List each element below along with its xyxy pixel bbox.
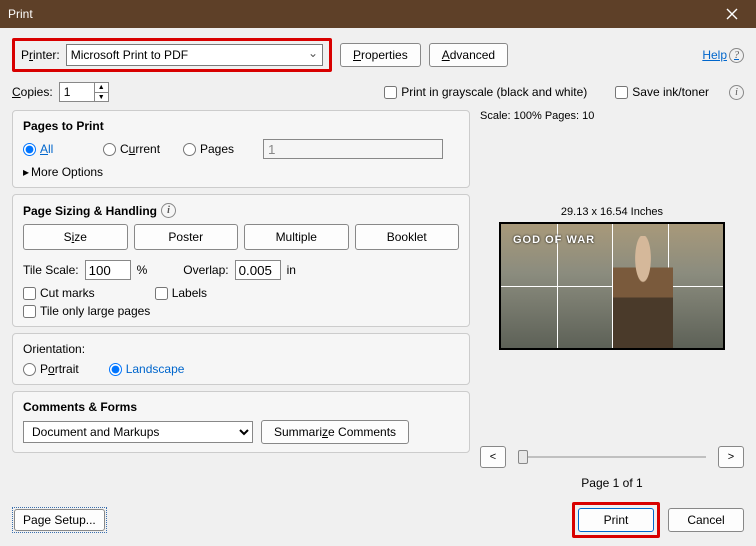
more-options-label: More Options [31, 165, 103, 179]
checks-row: Cut marks Labels [23, 286, 459, 300]
info-icon[interactable]: i [161, 203, 176, 218]
radio-pages-label: Pages [200, 142, 234, 156]
sizing-buttons: Size Poster Multiple Booklet [23, 224, 459, 250]
sizing-section: Page Sizing & Handling i Size Poster Mul… [12, 194, 470, 327]
multiple-button[interactable]: Multiple [244, 224, 349, 250]
printer-label: Printer: [21, 48, 60, 62]
pages-title: Pages to Print [23, 119, 459, 133]
overlap-unit: in [287, 263, 296, 277]
comments-select[interactable]: Document and Markups [23, 421, 253, 443]
percent-label: % [137, 263, 148, 277]
print-dialog: Printer: Microsoft Print to PDF Properti… [0, 28, 756, 546]
radio-current[interactable]: Current [103, 142, 181, 156]
pages-to-print-section: Pages to Print All Current Pages ▸ More … [12, 110, 470, 188]
comments-section: Comments & Forms Document and Markups Su… [12, 391, 470, 453]
copies-input[interactable]: 1 ▲▼ [59, 82, 109, 102]
copies-label: Copies: [12, 85, 53, 99]
cut-marks-checkbox[interactable]: Cut marks [23, 286, 95, 300]
main-columns: Pages to Print All Current Pages ▸ More … [12, 110, 744, 498]
sizing-title: Page Sizing & Handling i [23, 203, 459, 218]
info-icon[interactable]: i [729, 85, 744, 100]
radio-pages[interactable]: Pages [183, 142, 261, 156]
print-preview: GOD OF WAR [499, 222, 725, 350]
page-slider[interactable] [518, 456, 706, 458]
tile-large-label: Tile only large pages [40, 304, 150, 318]
size-button[interactable]: Size [23, 224, 128, 250]
copies-value: 1 [64, 85, 71, 99]
preview-logo: GOD OF WAR [513, 234, 595, 246]
left-column: Pages to Print All Current Pages ▸ More … [12, 110, 470, 498]
dimensions-line: 29.13 x 16.54 Inches [480, 206, 744, 218]
advanced-button[interactable]: Advanced [429, 43, 508, 67]
printer-highlight: Printer: Microsoft Print to PDF [12, 38, 332, 72]
properties-button[interactable]: Properties [340, 43, 421, 67]
page-setup-button[interactable]: Page Setup... [14, 509, 105, 531]
slider-thumb[interactable] [518, 450, 528, 464]
print-button[interactable]: Print [578, 508, 654, 532]
radio-portrait[interactable]: Portrait [23, 362, 79, 376]
right-column: Scale: 100% Pages: 10 29.13 x 16.54 Inch… [480, 110, 744, 498]
dialog-title: Print [8, 7, 33, 21]
pages-radio-row: All Current Pages [23, 139, 459, 159]
preview-character [613, 236, 673, 348]
tile-row: Tile Scale: % Overlap: in [23, 260, 459, 280]
comments-title: Comments & Forms [23, 400, 459, 414]
prev-page-button[interactable]: < [480, 446, 506, 468]
printer-value: Microsoft Print to PDF [71, 48, 188, 62]
overlap-label: Overlap: [183, 263, 228, 277]
tile-large-checkbox[interactable]: Tile only large pages [23, 304, 459, 318]
overlap-input[interactable] [235, 260, 281, 280]
poster-button[interactable]: Poster [134, 224, 239, 250]
tile-scale-label: Tile Scale: [23, 263, 79, 277]
booklet-button[interactable]: Booklet [355, 224, 460, 250]
save-ink-label: Save ink/toner [632, 85, 709, 99]
grayscale-checkbox[interactable]: Print in grayscale (black and white) [384, 85, 587, 99]
orientation-section: Orientation: Portrait Landscape [12, 333, 470, 385]
chevron-right-icon: ▸ [23, 165, 29, 179]
tile-scale-input[interactable] [85, 260, 131, 280]
scale-pages-line: Scale: 100% Pages: 10 [480, 110, 744, 122]
printer-row: Printer: Microsoft Print to PDF Properti… [12, 38, 744, 72]
help-icon: ? [729, 48, 744, 63]
page-indicator: Page 1 of 1 [480, 476, 744, 490]
page-setup-highlight: Page Setup... [12, 507, 107, 533]
print-highlight: Print [572, 502, 660, 538]
radio-landscape[interactable]: Landscape [109, 362, 185, 376]
help-link[interactable]: Help? [702, 48, 744, 63]
cut-marks-label: Cut marks [40, 286, 95, 300]
titlebar: Print [0, 0, 756, 28]
copies-row: Copies: 1 ▲▼ Print in grayscale (black a… [12, 82, 744, 102]
printer-select[interactable]: Microsoft Print to PDF [66, 44, 323, 66]
labels-label: Labels [172, 286, 207, 300]
more-options-toggle[interactable]: ▸ More Options [23, 165, 459, 179]
orientation-title: Orientation: [23, 342, 459, 356]
cancel-button[interactable]: Cancel [668, 508, 744, 532]
summarize-button[interactable]: Summarize Comments [261, 420, 409, 444]
radio-all[interactable]: All [23, 142, 101, 156]
help-label: Help [702, 48, 727, 62]
labels-checkbox[interactable]: Labels [155, 286, 207, 300]
close-icon[interactable] [716, 0, 748, 28]
spin-up-icon[interactable]: ▲ [95, 83, 108, 93]
pages-input[interactable] [263, 139, 443, 159]
save-ink-checkbox[interactable]: Save ink/toner [615, 85, 709, 99]
spin-down-icon[interactable]: ▼ [95, 93, 108, 102]
landscape-label: Landscape [126, 362, 185, 376]
pager-row: < > [480, 446, 744, 468]
next-page-button[interactable]: > [718, 446, 744, 468]
grayscale-label: Print in grayscale (black and white) [401, 85, 587, 99]
footer-row: Page Setup... Print Cancel [12, 498, 744, 546]
